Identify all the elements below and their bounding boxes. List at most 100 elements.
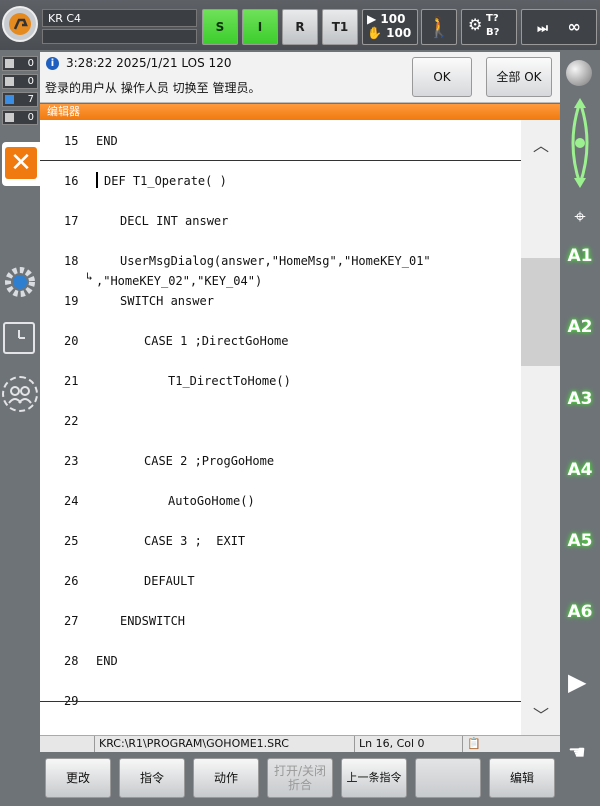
editor-status-bar: KRC:\R1\PROGRAM\GOHOME1.SRC Ln 16, Col 0… (40, 735, 560, 753)
line-code: CASE 1 ;DirectGoHome (144, 334, 289, 348)
controller-status-field (42, 29, 197, 44)
cursor-position: Ln 16, Col 0 (354, 736, 462, 753)
line-number: 19 (64, 294, 79, 308)
code-line[interactable]: 23 CASE 2 ;ProgGoHome (40, 440, 520, 480)
dialog-message-counter[interactable]: 0 (2, 110, 38, 125)
edit-button[interactable]: 编辑 (489, 758, 555, 798)
scrollbar-thumb[interactable] (521, 258, 560, 366)
fold-label-2: 折合 (287, 778, 312, 792)
axis-a4-key[interactable]: A4 (562, 450, 598, 490)
axis-a2-key[interactable]: A2 (562, 307, 598, 347)
code-line[interactable]: 20 CASE 1 ;DirectGoHome (40, 320, 520, 360)
axis-a6-key[interactable]: A6 (562, 592, 598, 632)
line-number: 15 (64, 134, 79, 148)
program-override-value: 100 (380, 12, 406, 26)
line-number: 16 (64, 174, 79, 188)
code-line[interactable]: 27 ENDSWITCH (40, 600, 520, 640)
fast-forward-icon: ⏭ (537, 21, 548, 35)
code-line[interactable]: 25 CASE 3 ; EXIT (40, 520, 520, 560)
line-number: 27 (64, 614, 79, 628)
change-button[interactable]: 更改 (45, 758, 111, 798)
kuka-logo-icon[interactable] (2, 6, 38, 42)
empty-softkey[interactable] (415, 758, 481, 798)
start-play-icon[interactable]: ▶ (568, 668, 586, 696)
code-line[interactable]: 19 SWITCH answer (40, 280, 520, 320)
code-line[interactable]: 18 UserMsgDialog(answer,"HomeMsg","HomeKE… (40, 240, 520, 288)
clock-icon[interactable] (3, 322, 35, 354)
last-command-button[interactable]: 上一条指令 (341, 758, 407, 798)
code-line[interactable]: 21 T1_DirectToHome() (40, 360, 520, 400)
code-line[interactable]: 24 AutoGoHome() (40, 480, 520, 520)
ok-button[interactable]: OK (412, 57, 472, 97)
space-mouse-icon[interactable] (566, 60, 592, 86)
line-number: 22 (64, 414, 79, 428)
controller-name: KR C4 (42, 9, 197, 27)
line-code: DEF T1_Operate( ) (104, 174, 227, 188)
line-number: 28 (64, 654, 79, 668)
run-mode-button[interactable]: 🚶 (421, 9, 457, 45)
counter-value: 0 (27, 58, 34, 69)
line-number: 24 (64, 494, 79, 508)
message-window: i 3:28:22 2025/1/21 LOS 120 登录的用户从 操作人员 … (40, 52, 560, 103)
submit-interpreter-status[interactable]: S (202, 9, 238, 45)
program-editor[interactable]: 15 END 16 DEF T1_Operate( ) 17 DECL INT answe… (40, 120, 560, 735)
dialog-icon (5, 113, 14, 122)
code-line[interactable]: 22 (40, 400, 520, 440)
info-message-counter[interactable]: 7 (2, 92, 38, 107)
line-code: T1_DirectToHome() (168, 374, 291, 388)
axis-a1-key[interactable]: A1 (562, 236, 598, 276)
softkey-bar: 更改 指令 动作 打开/关闭 折合 上一条指令 编辑 (40, 752, 560, 806)
line-code: AutoGoHome() (168, 494, 255, 508)
scroll-down-icon[interactable]: ﹀ (533, 702, 549, 726)
line-number: 25 (64, 534, 79, 548)
fold-label-1: 打开/关闭 (273, 764, 327, 778)
code-line[interactable]: 29 (40, 680, 520, 720)
walking-person-icon: 🚶 (426, 15, 452, 39)
operating-mode-status[interactable]: T1 (322, 9, 358, 45)
axis-a3-key[interactable]: A3 (562, 379, 598, 419)
axis-a5-key[interactable]: A5 (562, 521, 598, 561)
command-button[interactable]: 指令 (119, 758, 185, 798)
error-message-counter[interactable]: 0 (2, 56, 38, 71)
line-code: ENDSWITCH (120, 614, 186, 628)
fold-divider (40, 701, 521, 702)
action-button[interactable]: 动作 (193, 758, 259, 798)
override-status[interactable]: ▶ 100 ✋ 100 (362, 9, 418, 45)
line-code: UserMsgDialog(answer,"HomeMsg","HomeKEY_… (120, 254, 431, 268)
user-group-icon[interactable] (2, 376, 38, 412)
coordinate-system-icon[interactable]: ⌖ (568, 204, 592, 228)
drives-status[interactable]: I (242, 9, 278, 45)
line-code: DECL INT answer (120, 214, 229, 228)
text-cursor (96, 172, 98, 188)
code-line[interactable]: 17 DECL INT answer (40, 200, 520, 240)
editor-scrollbar[interactable]: ︿ ﹀ (521, 120, 560, 735)
robot-interpreter-status[interactable]: R (282, 9, 318, 45)
scroll-up-icon[interactable]: ︿ (533, 132, 549, 156)
code-line[interactable]: 26 DEFAULT (40, 560, 520, 600)
counter-value: 0 (27, 112, 34, 123)
clipboard-icon[interactable]: 📋 (462, 736, 560, 753)
message-text: 登录的用户从 操作人员 切换至 管理员。 (45, 81, 261, 95)
error-icon (5, 59, 14, 68)
jog-mode-icon[interactable] (564, 98, 596, 188)
jog-hand-icon: ✋ (367, 26, 382, 40)
code-line[interactable]: 16 DEF T1_Operate( ) (40, 160, 520, 200)
open-close-fold-button[interactable]: 打开/关闭 折合 (267, 758, 333, 798)
ack-icon (5, 77, 14, 86)
jog-increment-status[interactable]: ⏭ ∞ (521, 9, 597, 45)
code-line[interactable]: 15 END (40, 120, 520, 160)
acknowledge-message-counter[interactable]: 0 (2, 74, 38, 89)
tool-base-status[interactable]: ⚙ T? B? (461, 9, 517, 45)
jog-hand-icon[interactable]: ☚ (568, 740, 586, 764)
file-path: KRC:\R1\PROGRAM\GOHOME1.SRC (94, 736, 354, 753)
base-value: B? (486, 27, 500, 38)
line-code: CASE 2 ;ProgGoHome (144, 454, 275, 468)
code-line[interactable]: 28 END (40, 640, 520, 680)
increment-value: ∞ (567, 17, 581, 36)
close-editor-tab[interactable]: ✕ (2, 142, 40, 186)
line-number: 23 (64, 454, 79, 468)
line-number: 21 (64, 374, 79, 388)
settings-gear-icon[interactable] (3, 265, 37, 299)
editor-title: 编辑器 (40, 104, 560, 120)
all-ok-button[interactable]: 全部 OK (486, 57, 552, 97)
